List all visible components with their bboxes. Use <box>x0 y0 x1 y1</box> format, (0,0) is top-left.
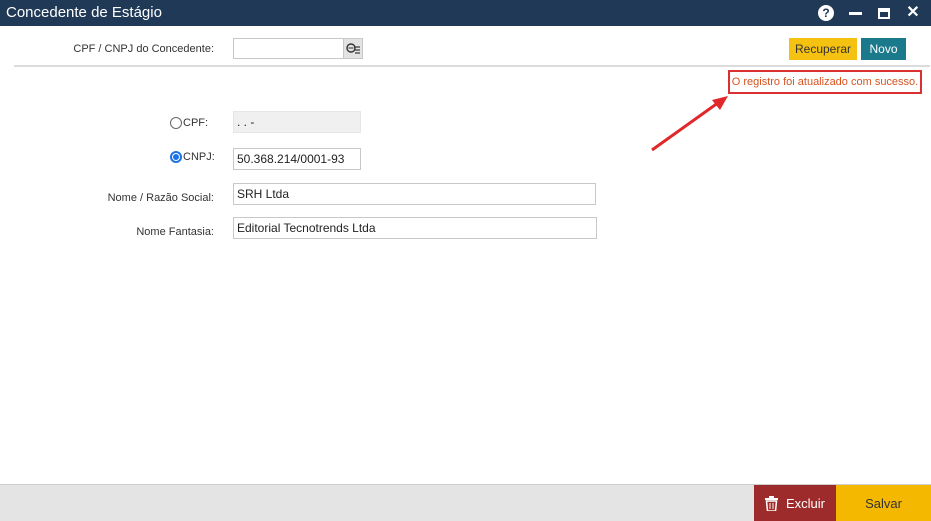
cpf-radio-label: CPF: <box>183 117 209 129</box>
cnpj-radio[interactable] <box>170 151 182 163</box>
help-glyph: ? <box>818 5 834 21</box>
search-list-icon[interactable] <box>343 38 363 59</box>
salvar-button[interactable]: Salvar <box>836 485 931 521</box>
title-bar: Concedente de Estágio ? ✕ <box>0 0 931 26</box>
cnpj-radio-label: CNPJ: <box>183 151 215 163</box>
trash-icon <box>764 495 778 511</box>
excluir-button[interactable]: Excluir <box>754 485 836 521</box>
cpf-input: . . - <box>233 111 361 133</box>
cpf-cnpj-search-input[interactable] <box>233 38 344 59</box>
header-divider <box>14 65 930 67</box>
nome-fantasia-label: Nome Fantasia: <box>136 226 214 238</box>
maximize-icon[interactable] <box>875 4 893 22</box>
minimize-icon[interactable] <box>846 4 864 22</box>
nome-razao-label: Nome / Razão Social: <box>107 192 214 204</box>
success-message-text: O registro foi atualizado com sucesso. <box>731 76 919 88</box>
cpf-radio[interactable] <box>170 117 182 129</box>
cnpj-input[interactable]: 50.368.214/0001-93 <box>233 148 361 170</box>
excluir-label: Excluir <box>785 495 825 511</box>
nome-fantasia-input[interactable]: Editorial Tecnotrends Ltda <box>233 217 597 239</box>
help-icon[interactable]: ? <box>817 4 835 22</box>
success-message: O registro foi atualizado com sucesso. <box>728 70 922 94</box>
cpf-cnpj-search-label: CPF / CNPJ do Concedente: <box>73 43 214 55</box>
close-icon[interactable]: ✕ <box>904 4 922 22</box>
annotation-arrow <box>651 96 728 152</box>
nome-razao-input[interactable]: SRH Ltda <box>233 183 596 205</box>
window-title: Concedente de Estágio <box>6 4 162 21</box>
novo-button[interactable]: Novo <box>861 38 906 60</box>
recuperar-button[interactable]: Recuperar <box>789 38 857 60</box>
